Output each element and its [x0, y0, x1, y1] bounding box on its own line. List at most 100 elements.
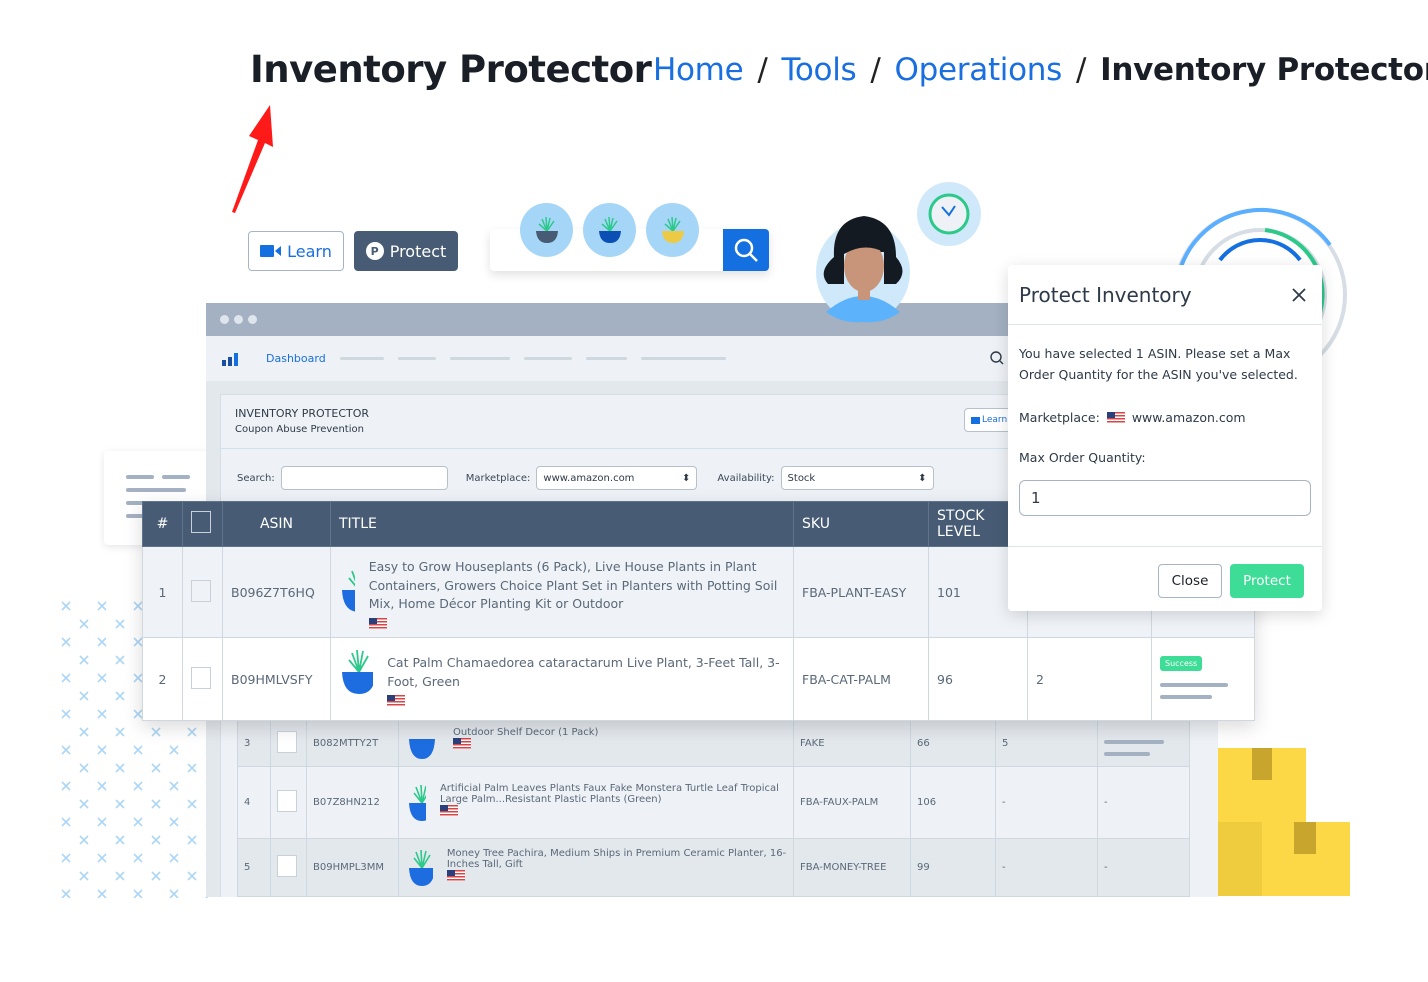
select-all-checkbox[interactable] [191, 511, 211, 533]
plant-icon [342, 570, 355, 612]
plant-blue-icon [583, 203, 636, 257]
sort-arrows-icon: ⬍ [682, 472, 691, 484]
plant-icon [409, 738, 435, 759]
us-flag-icon [439, 804, 458, 816]
plant-icon [409, 849, 433, 886]
us-flag-icon [446, 869, 465, 881]
row-asin: B09HMPL3MM [306, 838, 399, 897]
header-number: # [142, 501, 183, 547]
row-checkbox[interactable] [191, 579, 211, 602]
protect-label: Protect [389, 241, 447, 261]
clock-icon [917, 182, 981, 246]
row-status: - [1097, 766, 1190, 839]
page-title: Inventory Protector [250, 48, 652, 91]
table-row[interactable]: 5 B09HMPL3MM Money Tree Pachira, Medium Sh… [237, 838, 1190, 897]
modal-marketplace-value: www.amazon.com [1131, 410, 1246, 425]
close-button[interactable]: Close [1158, 564, 1222, 598]
row-number: 4 [237, 766, 271, 839]
row-asin: B082MTTY2T [306, 720, 399, 767]
row-title: Artificial Palm Leaves Plants Faux Fake … [439, 782, 779, 805]
row-sku: FBA-FAUX-PALM [793, 766, 911, 839]
protect-confirm-button[interactable]: Protect [1230, 564, 1304, 598]
us-flag-icon [368, 617, 387, 629]
protect-inventory-modal: Protect Inventory You have selected 1 AS… [1008, 265, 1322, 611]
sort-arrows-icon: ⬍ [918, 472, 927, 484]
search-input[interactable] [280, 466, 448, 490]
row-asin: B07Z8HN212 [306, 766, 399, 839]
close-icon[interactable] [1292, 287, 1306, 302]
learn-button[interactable]: Learn [248, 231, 344, 271]
protect-logo-icon: P [365, 242, 384, 260]
availability-label: Availability: [717, 472, 775, 484]
row-sku: FBA-CAT-PALM [793, 637, 929, 721]
table-row[interactable]: 2 B09HMLVSFY Cat Palm Chamaedorea catara… [142, 637, 1255, 721]
table-row[interactable]: 3 B082MTTY2T Outdoor Shelf Decor (1 Pack) F… [237, 720, 1190, 767]
row-number: 5 [237, 838, 271, 897]
row-stock: 99 [910, 838, 996, 897]
row-qty: 5 [995, 720, 1098, 767]
modal-marketplace-label: Marketplace: [1019, 410, 1100, 425]
plant-yellow-icon [646, 203, 699, 257]
breadcrumb-operations[interactable]: Operations [895, 52, 1063, 88]
row-qty: - [995, 838, 1098, 897]
us-flag-icon [1106, 412, 1125, 423]
breadcrumb-tools[interactable]: Tools [782, 52, 857, 88]
row-stock: 96 [928, 637, 1028, 721]
search-icon [734, 238, 758, 262]
table-row[interactable]: 4 B07Z8HN212 Artificial Palm Leaves Plants… [237, 766, 1190, 839]
video-icon [260, 245, 282, 257]
card-title: INVENTORY PROTECTOR [235, 407, 370, 420]
logo-icon [222, 352, 238, 366]
red-arrow-icon [232, 105, 273, 213]
card-subtitle: Coupon Abuse Prevention [235, 424, 364, 435]
search-button[interactable] [723, 229, 769, 271]
marketplace-select[interactable]: www.amazon.com ⬍ [536, 466, 698, 490]
row-title: Outdoor Shelf Decor (1 Pack) [453, 726, 599, 738]
row-number: 1 [142, 546, 183, 638]
row-status: - [1097, 838, 1190, 897]
row-title: Easy to Grow Houseplants (6 Pack), Live … [368, 559, 778, 611]
header-sku[interactable]: SKU [793, 501, 929, 547]
plant-icon [342, 650, 374, 695]
breadcrumb: Home / Tools / Operations / Inventory Protecto… [653, 52, 1428, 88]
row-asin: B096Z7T6HQ [222, 546, 331, 638]
modal-title: Protect Inventory [1019, 282, 1192, 307]
row-sku: FBA-PLANT-EASY [793, 546, 929, 638]
row-title: Cat Palm Chamaedorea cataractarum Live P… [387, 655, 780, 689]
status-badge: Success [1160, 656, 1203, 671]
marketplace-label: Marketplace: [465, 472, 531, 484]
row-number: 3 [237, 720, 271, 767]
availability-value: Stock [787, 472, 816, 484]
row-sku: FBA-MONEY-TREE [793, 838, 911, 897]
search-label: Search: [237, 472, 275, 484]
availability-select[interactable]: Stock ⬍ [780, 466, 934, 490]
max-order-quantity-input[interactable]: 1 [1019, 480, 1311, 516]
marketplace-value: www.amazon.com [543, 472, 635, 484]
nav-search-icon[interactable] [990, 351, 1004, 365]
card-learn-label: Learn [982, 415, 1008, 425]
us-flag-icon [387, 695, 406, 707]
row-checkbox[interactable] [191, 666, 211, 689]
protect-button[interactable]: P Protect [354, 231, 458, 271]
breadcrumb-home[interactable]: Home [653, 52, 744, 88]
header-title[interactable]: TITLE [330, 501, 794, 547]
row-checkbox[interactable] [277, 855, 297, 877]
avatar [816, 216, 910, 323]
row-sku: FAKE [793, 720, 911, 767]
us-flag-icon [453, 737, 471, 749]
row-number: 2 [142, 637, 183, 721]
learn-label: Learn [287, 241, 332, 261]
nav-dashboard[interactable]: Dashboard [266, 352, 326, 365]
row-asin: B09HMLVSFY [222, 637, 331, 721]
breadcrumb-current: Inventory Protector [1100, 52, 1428, 88]
modal-message: You have selected 1 ASIN. Please set a M… [1019, 346, 1298, 382]
row-qty: 2 [1027, 637, 1152, 721]
header-asin[interactable]: ASIN [222, 501, 331, 547]
box-decoration [1218, 822, 1350, 896]
row-checkbox[interactable] [277, 731, 297, 753]
max-qty-label: Max Order Quantity: [1019, 450, 1146, 465]
row-checkbox[interactable] [277, 790, 297, 812]
row-title: Money Tree Pachira, Medium Ships in Prem… [446, 847, 787, 870]
plant-icon [409, 784, 426, 821]
row-qty: - [995, 766, 1098, 839]
